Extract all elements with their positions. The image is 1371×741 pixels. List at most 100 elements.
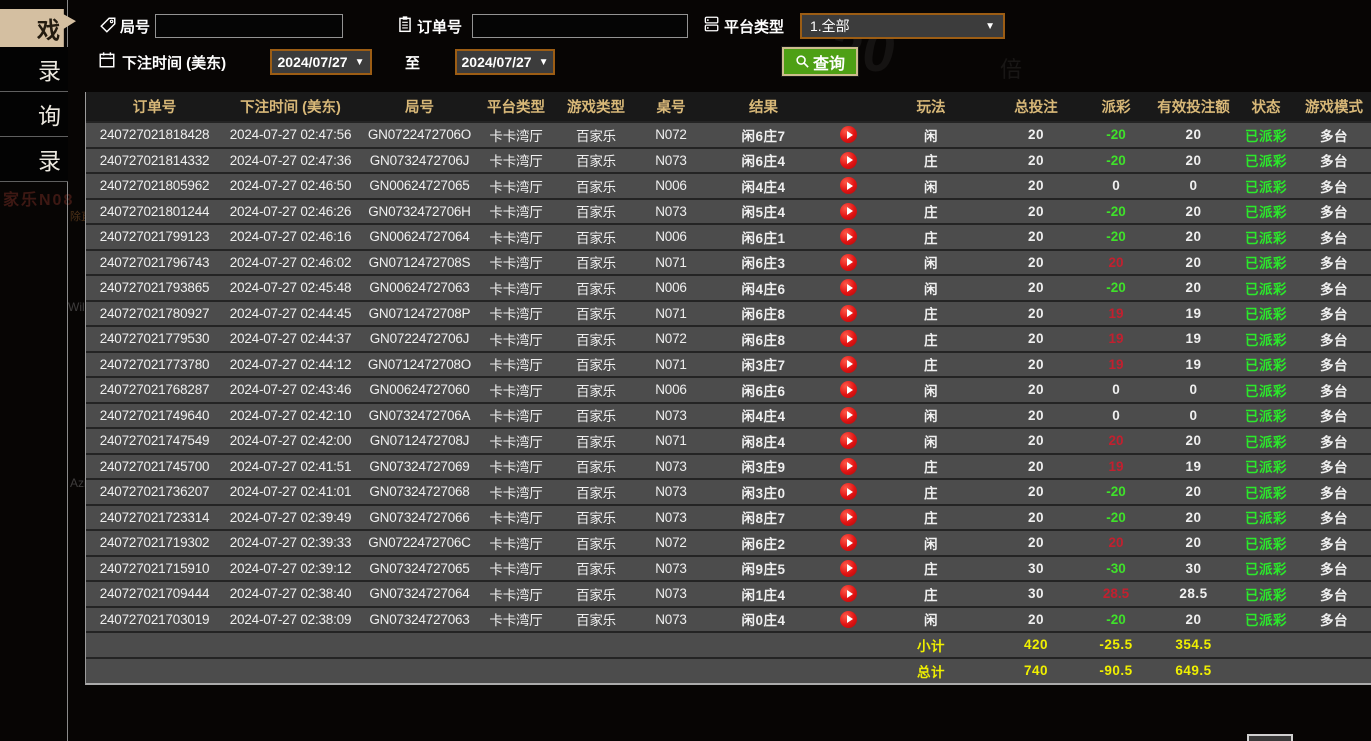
subtotal-row: 小计 420 -25.5 354.5: [86, 632, 1371, 658]
play-video-button[interactable]: [840, 305, 857, 322]
play-video-button[interactable]: [840, 509, 857, 526]
grand-total-total-bet: 740: [991, 658, 1081, 684]
cell-platform: 卡卡湾厅: [481, 428, 551, 454]
play-video-button[interactable]: [840, 432, 857, 449]
play-video-button[interactable]: [840, 203, 857, 220]
sidebar-item-record-1[interactable]: 录: [0, 47, 68, 92]
cell-table-no: N071: [641, 250, 701, 276]
cell-order-id: 240727021703019: [86, 607, 223, 633]
play-video-button[interactable]: [840, 152, 857, 169]
cell-play-type: 庄: [871, 352, 991, 378]
query-button[interactable]: 查询: [782, 47, 858, 76]
play-video-button[interactable]: [840, 458, 857, 475]
cell-order-id: 240727021801244: [86, 199, 223, 225]
cell-status: 已派彩: [1236, 530, 1296, 556]
cell-payout: 0: [1081, 173, 1151, 199]
header-game-type: 游戏类型: [551, 92, 641, 122]
cell-round-id: GN07324727069: [358, 454, 481, 480]
cell-video: [826, 505, 871, 531]
cell-game-type: 百家乐: [551, 556, 641, 582]
date-to-picker[interactable]: 2024/07/27 ▼: [455, 49, 555, 75]
cell-table-no: N072: [641, 122, 701, 148]
cell-mode: 多台: [1296, 428, 1371, 454]
play-video-button[interactable]: [840, 126, 857, 143]
to-label: 至: [405, 52, 420, 73]
cell-total-bet: 20: [991, 199, 1081, 225]
play-video-button[interactable]: [840, 407, 857, 424]
cell-valid-bet: 20: [1151, 275, 1236, 301]
cell-valid-bet: 0: [1151, 403, 1236, 429]
play-icon: [847, 360, 853, 368]
play-video-button[interactable]: [840, 330, 857, 347]
play-video-button[interactable]: [840, 611, 857, 628]
cell-total-bet: 20: [991, 607, 1081, 633]
cell-play-type: 庄: [871, 505, 991, 531]
platform-select[interactable]: 1.全部 ▼: [800, 13, 1005, 39]
play-video-button[interactable]: [840, 560, 857, 577]
sidebar-item-query[interactable]: 询: [0, 92, 68, 137]
cell-bet-time: 2024-07-27 02:46:02: [223, 250, 358, 276]
cell-video: [826, 403, 871, 429]
bet-time-filter-label: 下注时间 (美东): [122, 52, 226, 73]
cell-game-type: 百家乐: [551, 377, 641, 403]
cell-bet-time: 2024-07-27 02:39:33: [223, 530, 358, 556]
cell-order-id: 240727021799123: [86, 224, 223, 250]
cell-table-no: N073: [641, 479, 701, 505]
cell-status: 已派彩: [1236, 607, 1296, 633]
subtotal-spacer: [86, 632, 871, 658]
cell-table-no: N073: [641, 454, 701, 480]
sidebar-item-game[interactable]: 戏: [0, 9, 76, 47]
table-row: 2407270217809272024-07-27 02:44:45GN0712…: [86, 301, 1371, 327]
play-icon: [847, 207, 853, 215]
cell-total-bet: 20: [991, 352, 1081, 378]
play-video-button[interactable]: [840, 585, 857, 602]
cell-payout: -20: [1081, 275, 1151, 301]
cell-total-bet: 20: [991, 173, 1081, 199]
cell-payout: -20: [1081, 148, 1151, 174]
table-row: 2407270218184282024-07-27 02:47:56GN0722…: [86, 122, 1371, 148]
play-video-button[interactable]: [840, 254, 857, 271]
cell-game-type: 百家乐: [551, 530, 641, 556]
cell-order-id: 240727021749640: [86, 403, 223, 429]
cell-game-type: 百家乐: [551, 505, 641, 531]
cell-mode: 多台: [1296, 556, 1371, 582]
cell-platform: 卡卡湾厅: [481, 326, 551, 352]
round-input[interactable]: [155, 14, 343, 38]
table-row: 2407270217233142024-07-27 02:39:49GN0732…: [86, 505, 1371, 531]
pagination-button-partial[interactable]: [1247, 734, 1293, 741]
grand-total-label: 总计: [871, 658, 991, 684]
cell-table-no: N072: [641, 530, 701, 556]
cell-mode: 多台: [1296, 403, 1371, 429]
tag-icon: [99, 16, 117, 34]
play-video-button[interactable]: [840, 356, 857, 373]
grand-total-payout: -90.5: [1081, 658, 1151, 684]
cell-platform: 卡卡湾厅: [481, 556, 551, 582]
play-video-button[interactable]: [840, 177, 857, 194]
cell-payout: 0: [1081, 403, 1151, 429]
play-video-button[interactable]: [840, 483, 857, 500]
table-row: 2407270217967432024-07-27 02:46:02GN0712…: [86, 250, 1371, 276]
cell-table-no: N071: [641, 301, 701, 327]
play-video-button[interactable]: [840, 228, 857, 245]
cell-game-type: 百家乐: [551, 581, 641, 607]
platform-list-icon: [702, 15, 720, 33]
chevron-down-icon: ▼: [985, 21, 995, 32]
order-input[interactable]: [472, 14, 688, 38]
table-row: 2407270218059622024-07-27 02:46:50GN0062…: [86, 173, 1371, 199]
cell-valid-bet: 0: [1151, 173, 1236, 199]
cell-game-type: 百家乐: [551, 454, 641, 480]
table-header-row: 订单号 下注时间 (美东) 局号 平台类型 游戏类型 桌号 结果 玩法 总投注 …: [86, 92, 1371, 122]
play-video-button[interactable]: [840, 279, 857, 296]
date-from-picker[interactable]: 2024/07/27 ▼: [270, 49, 372, 75]
cell-total-bet: 30: [991, 556, 1081, 582]
play-icon: [847, 564, 853, 572]
cell-total-bet: 20: [991, 505, 1081, 531]
cell-valid-bet: 19: [1151, 454, 1236, 480]
sidebar-item-record-2[interactable]: 录: [0, 137, 68, 182]
cell-platform: 卡卡湾厅: [481, 454, 551, 480]
play-video-button[interactable]: [840, 534, 857, 551]
cell-valid-bet: 20: [1151, 250, 1236, 276]
cell-table-no: N072: [641, 326, 701, 352]
play-video-button[interactable]: [840, 381, 857, 398]
play-icon: [847, 131, 853, 139]
